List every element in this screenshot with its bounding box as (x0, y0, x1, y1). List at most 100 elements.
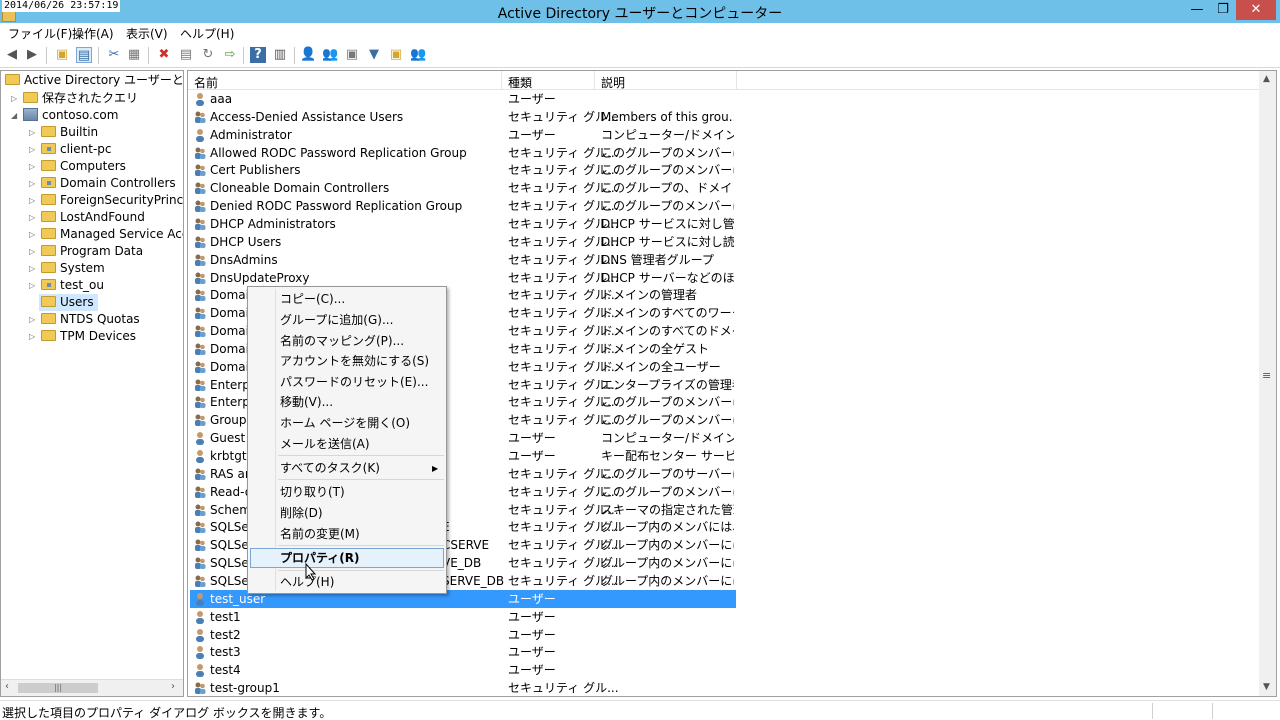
tree-item-managed-service[interactable]: ▷ Managed Service Acco (29, 226, 183, 243)
tree-item-builtin[interactable]: ▷ Builtin (29, 124, 98, 141)
expand-arrow-icon[interactable]: ▷ (29, 175, 39, 192)
tree-item-domain-controllers[interactable]: ▷ Domain Controllers (29, 175, 176, 192)
console-tree[interactable]: Active Directory ユーザーとコンピ ▷ 保存されたクエリ ◢ c… (0, 70, 184, 697)
table-row[interactable]: test-group1 セキュリティ グル... (190, 679, 736, 696)
column-divider[interactable] (594, 71, 595, 90)
tree-item-computers[interactable]: ▷ Computers (29, 158, 126, 175)
console-icon[interactable]: ▥ (272, 47, 288, 63)
back-icon[interactable]: ◀ (4, 47, 20, 63)
tree-item-system[interactable]: ▷ System (29, 260, 105, 277)
minimize-button[interactable]: — (1184, 0, 1210, 20)
expand-arrow-icon[interactable]: ▷ (29, 311, 39, 328)
table-row[interactable]: DnsUpdateProxyセキュリティ グル...DHCP サーバーなどのほか… (190, 269, 736, 287)
menu-item-add-to-group[interactable]: グループに追加(G)... (280, 311, 393, 329)
column-name[interactable]: 名前 (194, 74, 218, 91)
properties-icon[interactable]: ▤ (178, 47, 194, 63)
new-group-icon[interactable]: 👥 (322, 47, 338, 63)
menu-item-cut[interactable]: 切り取り(T) (280, 483, 345, 501)
expand-arrow-icon[interactable]: ▷ (29, 124, 39, 141)
tree-item-users[interactable]: Users (39, 294, 98, 311)
export-icon[interactable]: ⇨ (222, 47, 238, 63)
scroll-down-icon[interactable]: ▼ (1263, 682, 1270, 692)
tree-item-test-ou[interactable]: ▷ test_ou (29, 277, 104, 294)
new-user-icon[interactable]: 👤 (300, 47, 316, 63)
table-row[interactable]: Administrator ユーザー コンピューター/ドメインの管... (190, 126, 736, 144)
mouse-cursor-icon (305, 563, 317, 581)
menu-view[interactable]: 表示(V) (126, 25, 168, 42)
expand-arrow-icon[interactable]: ▷ (29, 243, 39, 260)
tree-item-client-pc[interactable]: ▷ client-pc (29, 141, 112, 158)
tree-saved-queries[interactable]: ▷ 保存されたクエリ (11, 90, 138, 107)
table-row[interactable]: test2 ユーザー (190, 626, 736, 644)
add-to-group-icon[interactable]: 👥 (410, 47, 426, 63)
tree-item-program-data[interactable]: ▷ Program Data (29, 243, 143, 260)
table-row[interactable]: Cloneable Domain Controllers セキュリティ グル...… (190, 179, 736, 197)
expand-arrow-icon[interactable]: ▷ (29, 226, 39, 243)
maximize-button[interactable]: ❐ (1210, 0, 1236, 20)
forward-icon[interactable]: ▶ (24, 47, 40, 63)
expand-arrow-icon[interactable]: ▷ (29, 328, 39, 345)
menu-item-delete[interactable]: 削除(D) (280, 504, 323, 522)
scroll-grip-icon[interactable]: ≡ (1262, 369, 1271, 382)
delete-icon[interactable]: ✖ (156, 47, 172, 63)
menu-item-open-home-page[interactable]: ホーム ページを開く(O) (280, 414, 410, 432)
expand-arrow-icon[interactable]: ▷ (29, 260, 39, 277)
expand-arrow-icon[interactable]: ▷ (29, 209, 39, 226)
menu-item-disable-account[interactable]: アカウントを無効にする(S) (280, 352, 429, 370)
table-row[interactable]: DHCP Administrators セキュリティ グル... DHCP サービス… (190, 215, 736, 233)
tree-horizontal-scrollbar[interactable]: ‹ ||| › (1, 679, 183, 696)
table-row[interactable]: test1 ユーザー (190, 608, 736, 626)
menu-item-name-mapping[interactable]: 名前のマッピング(P)... (280, 332, 404, 350)
tree-item-tpm-devices[interactable]: ▷ TPM Devices (29, 328, 136, 345)
menu-item-properties[interactable]: プロパティ(R) (280, 549, 360, 567)
up-folder-icon[interactable]: ▣ (54, 47, 70, 63)
menu-item-send-mail[interactable]: メールを送信(A) (280, 435, 370, 453)
table-row[interactable]: DnsAdmins セキュリティ グル... DNS 管理者グループ (190, 251, 736, 269)
menu-item-copy[interactable]: コピー(C)... (280, 290, 345, 308)
column-divider[interactable] (736, 71, 737, 90)
menu-help[interactable]: ヘルプ(H) (180, 25, 234, 42)
expand-arrow-icon[interactable]: ▷ (29, 192, 39, 209)
scroll-left-icon[interactable]: ‹ (5, 681, 9, 692)
column-divider[interactable] (501, 71, 502, 90)
expand-arrow-icon[interactable]: ▷ (11, 90, 21, 107)
menu-item-rename[interactable]: 名前の変更(M) (280, 525, 360, 543)
paste-icon[interactable]: ▦ (126, 47, 142, 63)
refresh-icon[interactable]: ↻ (200, 47, 216, 63)
table-row[interactable]: test3 ユーザー (190, 643, 736, 661)
table-row[interactable]: Allowed RODC Password Replication Group セ… (190, 144, 736, 162)
show-tree-icon[interactable]: ▤ (76, 47, 92, 63)
table-row[interactable]: aaa ユーザー (190, 90, 736, 108)
column-type[interactable]: 種類 (508, 74, 532, 91)
table-row[interactable]: test4 ユーザー (190, 661, 736, 679)
menu-item-all-tasks[interactable]: すべてのタスク(K) (280, 459, 380, 477)
menu-item-reset-password[interactable]: パスワードのリセット(E)... (280, 373, 428, 391)
table-row[interactable]: Access-Denied Assistance Users セキュリティ グル.… (190, 108, 736, 126)
help-icon[interactable]: ? (250, 47, 266, 63)
menu-action[interactable]: 操作(A) (72, 25, 114, 42)
menu-item-move[interactable]: 移動(V)... (280, 393, 333, 411)
new-ou-icon[interactable]: ▣ (344, 47, 360, 63)
tree-item-ntds-quotas[interactable]: ▷ NTDS Quotas (29, 311, 140, 328)
table-row[interactable]: DHCP Users セキュリティ グル... DHCP サービスに対し読... (190, 233, 736, 251)
tree-item-lost-and-found[interactable]: ▷ LostAndFound (29, 209, 145, 226)
table-row[interactable]: Cert Publishersセキュリティ グル...このグループのメンバーはデ… (190, 161, 736, 179)
scroll-thumb[interactable]: ||| (18, 683, 98, 693)
close-button[interactable]: ✕ (1236, 0, 1276, 20)
scroll-up-icon[interactable]: ▲ (1263, 74, 1270, 84)
table-row[interactable]: Denied RODC Password Replication Group セキ… (190, 197, 736, 215)
column-description[interactable]: 説明 (601, 74, 625, 91)
scroll-right-icon[interactable]: › (171, 681, 175, 692)
tree-domain[interactable]: ◢ contoso.com (11, 107, 118, 124)
expand-arrow-icon[interactable]: ▷ (29, 277, 39, 294)
collapse-arrow-icon[interactable]: ◢ (11, 107, 21, 124)
tree-item-foreign-security[interactable]: ▷ ForeignSecurityPrincip (29, 192, 183, 209)
list-vertical-scrollbar[interactable]: ▲ ≡ ▼ (1259, 71, 1276, 696)
filter-icon[interactable]: ▼ (366, 47, 382, 63)
expand-arrow-icon[interactable]: ▷ (29, 158, 39, 175)
tree-root[interactable]: Active Directory ユーザーとコンピ (5, 72, 183, 89)
find-icon[interactable]: ▣ (388, 47, 404, 63)
cut-icon[interactable]: ✂ (106, 47, 122, 63)
menu-file[interactable]: ファイル(F) (8, 25, 72, 42)
expand-arrow-icon[interactable]: ▷ (29, 141, 39, 158)
